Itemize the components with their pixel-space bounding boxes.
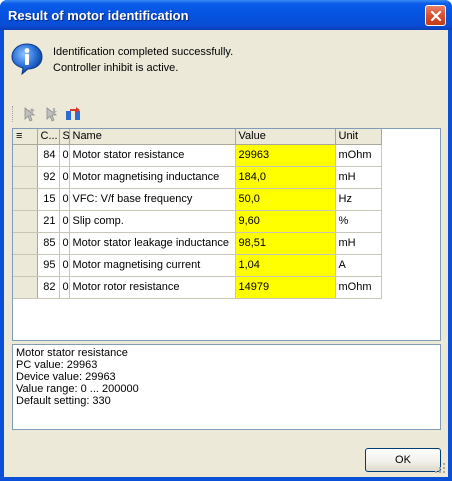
table-row[interactable]: 15 0 VFC: V/f base frequency 50,0 Hz (13, 188, 382, 211)
row-header-cell (13, 188, 38, 211)
table-row[interactable]: 92 0 Motor magnetising inductance 184,0 mH (13, 166, 382, 189)
cell-code: 95 (37, 254, 60, 277)
cell-code: 92 (37, 166, 60, 189)
table-row[interactable]: 21 0 Slip comp. 9,60% (13, 210, 382, 233)
pointer-up-icon[interactable] (20, 105, 38, 123)
close-button[interactable] (425, 5, 446, 26)
cell-value[interactable]: 14979 (235, 276, 336, 299)
window-title: Result of motor identification (8, 8, 189, 23)
details-default-setting: Default setting: 330 (16, 395, 111, 407)
ok-button[interactable]: OK (365, 448, 441, 472)
row-header-cell (13, 232, 38, 255)
cell-name: VFC: V/f base frequency (69, 188, 236, 211)
cell-unit: A (335, 254, 382, 277)
row-header-cell (13, 166, 38, 189)
cell-subcode: 0 (59, 254, 70, 277)
resize-grip-icon[interactable] (434, 462, 446, 474)
dialog-window: Result of motor identification Identific… (0, 0, 452, 481)
close-icon (430, 10, 442, 22)
cell-code: 15 (37, 188, 60, 211)
cell-name: Slip comp. (69, 210, 236, 233)
row-header-cell (13, 276, 38, 299)
cell-unit: Hz (335, 188, 382, 211)
cell-code: 84 (37, 144, 60, 167)
column-header-name[interactable]: Name (69, 129, 236, 145)
parameter-table: ≡ C... S Name Value Unit 840Motor stator… (13, 129, 382, 299)
cell-unit: % (335, 210, 382, 233)
cell-code: 21 (37, 210, 60, 233)
table-row[interactable]: 84 0 Motor stator resistance 29963 mOhm (13, 144, 382, 167)
row-header-cell (13, 210, 38, 233)
cell-unit: mOhm (335, 276, 382, 299)
toolbar (12, 103, 112, 125)
cell-value[interactable]: 98,51 (235, 232, 336, 255)
details-title: Motor stator resistance (16, 347, 128, 359)
column-header-unit[interactable]: Unit (335, 129, 382, 145)
title-bar[interactable]: Result of motor identification (0, 0, 452, 30)
pointer-down-icon[interactable] (42, 105, 60, 123)
cell-subcode: 0 (59, 166, 70, 189)
details-value-range: Value range: 0 ... 200000 (16, 383, 139, 395)
message-line-1: Identification completed successfully. (53, 46, 234, 58)
cell-unit: mOhm (335, 144, 382, 167)
cell-code: 82 (37, 276, 60, 299)
cell-name: Motor rotor resistance (69, 276, 236, 299)
column-header-code[interactable]: C... (37, 129, 60, 145)
transfer-icon[interactable] (64, 105, 82, 123)
message-line-2: Controller inhibit is active. (53, 62, 179, 74)
cell-value[interactable]: 1,04 (235, 254, 336, 277)
cell-value[interactable]: 9,60 (235, 210, 336, 233)
parameter-details-panel[interactable]: Motor stator resistance PC value: 29963 … (12, 344, 441, 430)
column-header-subcode[interactable]: S (59, 129, 70, 145)
cell-subcode: 0 (59, 210, 70, 233)
table-row[interactable]: 85 0 Motor stator leakage inductance 98,51 m… (13, 232, 382, 255)
cell-unit: mH (335, 232, 382, 255)
cell-value[interactable]: 184,0 (235, 166, 336, 189)
cell-subcode: 0 (59, 188, 70, 211)
column-menu-header[interactable]: ≡ (13, 129, 38, 145)
details-pc-value: PC value: 29963 (16, 359, 98, 371)
info-icon (11, 43, 43, 76)
cell-name: Motor magnetising inductance (69, 166, 236, 189)
row-header-cell (13, 254, 38, 277)
dialog-client-area: Identification completed successfully. C… (4, 30, 448, 477)
cell-name: Motor magnetising current (69, 254, 236, 277)
toolbar-grip[interactable] (12, 106, 15, 122)
row-header-cell (13, 144, 38, 167)
details-device-value: Device value: 29963 (16, 371, 116, 383)
cell-unit: mH (335, 166, 382, 189)
cell-code: 85 (37, 232, 60, 255)
cell-value[interactable]: 29963 (235, 144, 336, 167)
cell-subcode: 0 (59, 232, 70, 255)
grid-header-row: ≡ C... S Name Value Unit (13, 129, 382, 145)
table-row[interactable]: 82 0 Motor rotor resistance 14979 mOhm (13, 276, 382, 299)
table-row[interactable]: 95 0 Motor magnetising current 1,04 A (13, 254, 382, 277)
cell-subcode: 0 (59, 276, 70, 299)
cell-name: Motor stator resistance (69, 144, 236, 167)
cell-value[interactable]: 50,0 (235, 188, 336, 211)
cell-name: Motor stator leakage inductance (69, 232, 236, 255)
cell-subcode: 0 (59, 144, 70, 167)
column-header-value[interactable]: Value (235, 129, 336, 145)
parameter-grid[interactable]: ≡ C... S Name Value Unit 840Motor stator… (12, 128, 441, 341)
